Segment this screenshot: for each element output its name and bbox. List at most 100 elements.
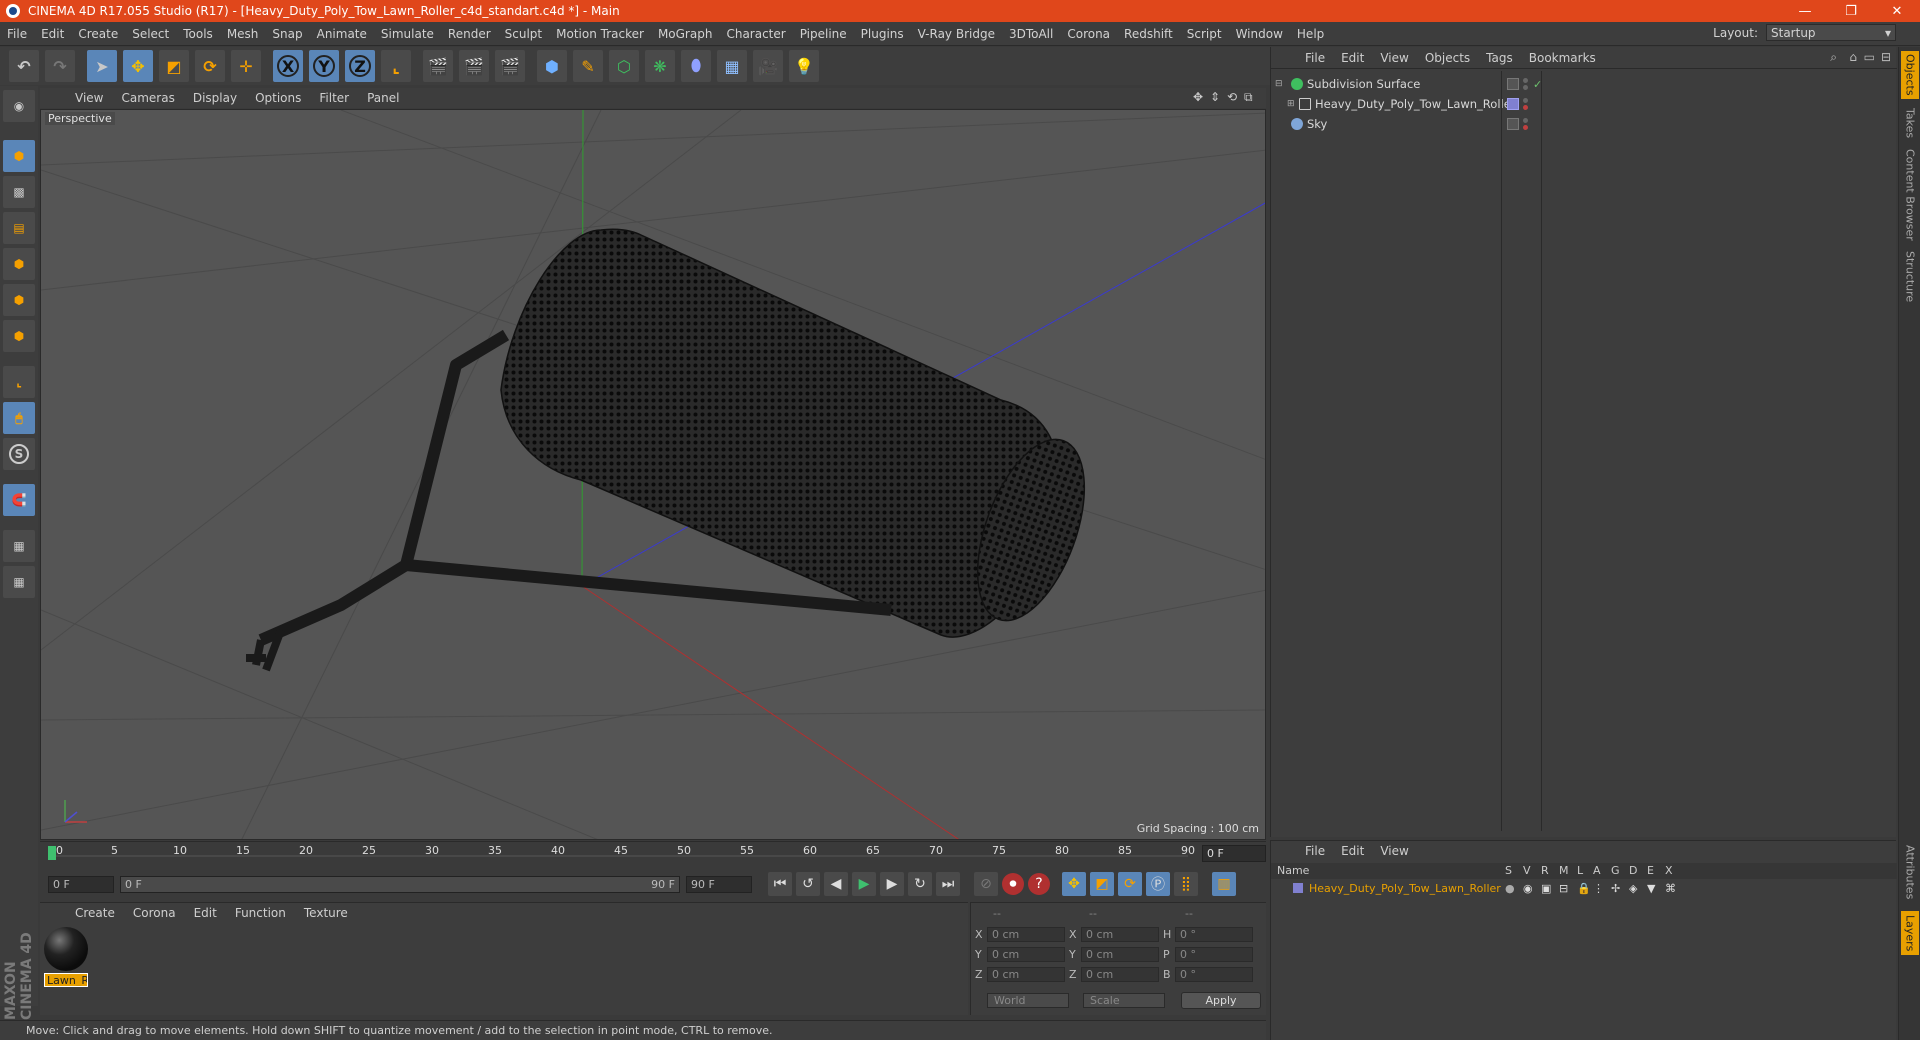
axis-mode-button[interactable]: ⌞ xyxy=(3,366,35,398)
viewport-menu-view[interactable]: View xyxy=(66,91,112,105)
position-x-field[interactable]: 0 cm xyxy=(987,927,1065,942)
add-subdivision-button[interactable]: ⬡ xyxy=(609,50,639,82)
animation-toggle-icon[interactable]: ⋮ xyxy=(1593,882,1604,895)
add-camera-button[interactable]: 🎥 xyxy=(753,50,783,82)
current-frame-field[interactable]: 0 F xyxy=(1202,845,1266,862)
menu-select[interactable]: Select xyxy=(125,27,176,41)
col-deformers[interactable]: D xyxy=(1629,864,1637,877)
col-expressions[interactable]: E xyxy=(1647,864,1654,877)
key-rotation-button[interactable]: ⟳ xyxy=(1118,872,1142,896)
x-axis-lock-button[interactable]: X xyxy=(273,50,303,82)
add-deformer-button[interactable]: ⬮ xyxy=(681,50,711,82)
menu-pipeline[interactable]: Pipeline xyxy=(793,27,854,41)
timeline-ruler[interactable]: 0 5 10 15 20 25 30 35 40 45 50 55 60 65 … xyxy=(40,841,1266,867)
obj-menu-objects[interactable]: Objects xyxy=(1417,51,1478,65)
key-scale-button[interactable]: ◩ xyxy=(1090,872,1114,896)
layout-dropdown[interactable]: Startup ▾ xyxy=(1766,24,1896,41)
menu-mograph[interactable]: MoGraph xyxy=(651,27,720,41)
timeline-window-button[interactable]: ▥ xyxy=(1212,872,1236,896)
visibility-dot[interactable] xyxy=(1523,98,1528,103)
col-view[interactable]: V xyxy=(1523,864,1531,877)
collapse-icon[interactable]: ⊟ xyxy=(1275,79,1283,89)
go-to-start-button[interactable]: ⏮ xyxy=(768,872,792,896)
menu-mesh[interactable]: Mesh xyxy=(220,27,266,41)
apply-button[interactable]: Apply xyxy=(1181,992,1261,1009)
minimize-button[interactable]: — xyxy=(1782,0,1828,22)
home-icon[interactable]: ⌂ xyxy=(1849,50,1857,64)
snap-toggle-button[interactable]: 🧲 xyxy=(3,484,35,516)
start-frame-field[interactable]: 0 F xyxy=(48,875,114,893)
layer-color-swatch[interactable] xyxy=(1293,883,1303,893)
menu-character[interactable]: Character xyxy=(719,27,792,41)
expand-icon[interactable]: ⊞ xyxy=(1287,99,1295,109)
autokey-button[interactable]: ? xyxy=(1028,873,1050,895)
col-locked[interactable]: L xyxy=(1577,864,1583,877)
material-menu-corona[interactable]: Corona xyxy=(124,906,185,920)
maximize-view-icon[interactable]: ⧉ xyxy=(1244,90,1258,105)
viewport-menu-display[interactable]: Display xyxy=(184,91,246,105)
size-z-field[interactable]: 0 cm xyxy=(1081,967,1159,982)
obj-menu-view[interactable]: View xyxy=(1372,51,1416,65)
material-name[interactable]: Lawn_R xyxy=(44,973,88,987)
play-button[interactable]: ▶ xyxy=(852,872,876,896)
manager-toggle-icon[interactable]: ⊟ xyxy=(1559,882,1568,895)
record-keys-disabled-button[interactable]: ⊘ xyxy=(974,872,998,896)
menu-file[interactable]: File xyxy=(0,27,34,41)
obj-menu-tags[interactable]: Tags xyxy=(1478,51,1521,65)
live-selection-button[interactable]: ➤ xyxy=(87,50,117,82)
move-tool-button[interactable]: ✥ xyxy=(123,50,153,82)
position-y-field[interactable]: 0 cm xyxy=(987,947,1065,962)
key-parameter-button[interactable]: Ⓟ xyxy=(1146,872,1170,896)
col-manager[interactable]: M xyxy=(1559,864,1569,877)
coordinate-mode-dropdown[interactable]: World xyxy=(987,993,1069,1008)
workplane-mode-button[interactable]: ▤ xyxy=(3,212,35,244)
rotation-b-field[interactable]: 0 ° xyxy=(1175,967,1253,982)
edges-mode-button[interactable]: ⬢ xyxy=(3,284,35,316)
col-animation[interactable]: A xyxy=(1593,864,1601,877)
viewport-menu-cameras[interactable]: Cameras xyxy=(112,91,183,105)
pin-icon[interactable]: ⊟ xyxy=(1881,50,1891,64)
column-divider[interactable] xyxy=(1541,71,1542,831)
tab-content-browser[interactable]: Content Browser xyxy=(1901,147,1919,243)
key-position-button[interactable]: ✥ xyxy=(1062,872,1086,896)
view-eye-icon[interactable]: ◉ xyxy=(1523,882,1533,895)
object-row-roller[interactable]: ⊞ Heavy_Duty_Poly_Tow_Lawn_Roller xyxy=(1271,95,1897,113)
solo-toggle-icon[interactable]: ● xyxy=(1505,882,1515,895)
next-frame-button[interactable]: ▶ xyxy=(880,872,904,896)
render-view-button[interactable]: 🎬 xyxy=(423,50,453,82)
size-y-field[interactable]: 0 cm xyxy=(1081,947,1159,962)
menu-vray-bridge[interactable]: V-Ray Bridge xyxy=(911,27,1002,41)
tab-layers[interactable]: Layers xyxy=(1901,911,1919,955)
expression-toggle-icon[interactable]: ▼ xyxy=(1647,882,1655,895)
rotation-h-field[interactable]: 0 ° xyxy=(1175,927,1253,942)
previous-frame-button[interactable]: ◀ xyxy=(824,872,848,896)
material-menu-texture[interactable]: Texture xyxy=(295,906,357,920)
add-cube-button[interactable]: ⬢ xyxy=(537,50,567,82)
go-to-end-button[interactable]: ⏭ xyxy=(936,872,960,896)
pan-icon[interactable]: ✥ xyxy=(1193,90,1207,105)
layer-menu-edit[interactable]: Edit xyxy=(1333,844,1372,858)
edit-render-settings-button[interactable]: 🎬 xyxy=(495,50,525,82)
key-pla-button[interactable]: ⣿ xyxy=(1174,872,1198,896)
new-window-icon[interactable]: ▭ xyxy=(1864,50,1875,64)
size-mode-dropdown[interactable]: Scale xyxy=(1083,993,1165,1008)
model-mode-button[interactable]: ⬢ xyxy=(3,140,35,172)
material-menu-function[interactable]: Function xyxy=(226,906,295,920)
workplane-lock-button[interactable]: ▦ xyxy=(3,530,35,562)
column-divider[interactable] xyxy=(1501,71,1502,831)
col-xref[interactable]: X xyxy=(1665,864,1673,877)
menu-help[interactable]: Help xyxy=(1290,27,1331,41)
col-name[interactable]: Name xyxy=(1277,864,1309,877)
viewport-menu-filter[interactable]: Filter xyxy=(310,91,358,105)
dolly-icon[interactable]: ⇕ xyxy=(1210,90,1224,105)
object-row-sky[interactable]: Sky xyxy=(1271,115,1897,133)
solo-mode-button[interactable]: S xyxy=(3,438,35,470)
orbit-icon[interactable]: ⟲ xyxy=(1227,90,1241,105)
generator-toggle-icon[interactable]: ✢ xyxy=(1611,882,1620,895)
layer-name[interactable]: Heavy_Duty_Poly_Tow_Lawn_Roller xyxy=(1309,882,1501,895)
menu-script[interactable]: Script xyxy=(1180,27,1229,41)
object-row-subdivision[interactable]: ⊟ Subdivision Surface ✓ xyxy=(1271,75,1897,93)
rotate-tool-button[interactable]: ⟳ xyxy=(195,50,225,82)
scale-tool-button[interactable]: ◩ xyxy=(159,50,189,82)
render-dot[interactable] xyxy=(1523,105,1528,110)
